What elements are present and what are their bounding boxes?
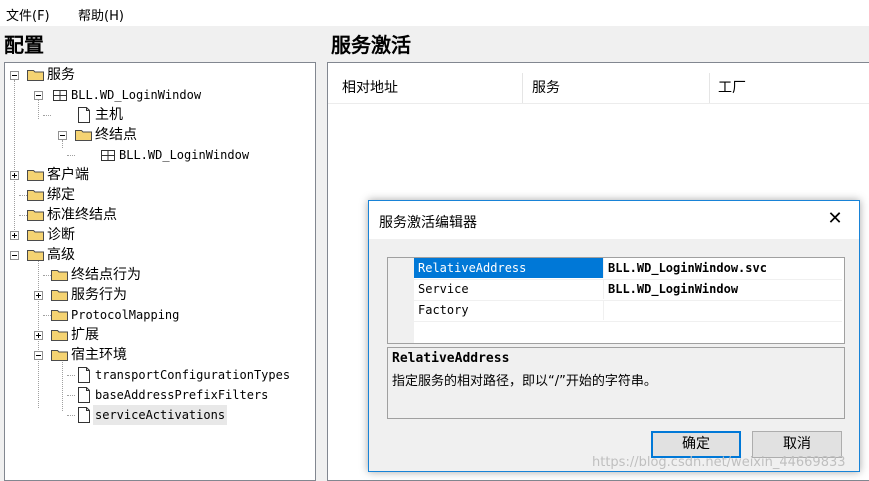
menu-help[interactable]: 帮助(H) bbox=[78, 5, 124, 24]
property-description: RelativeAddress 指定服务的相对路径，即以“/”开始的字符串。 bbox=[387, 347, 845, 419]
property-row-service[interactable]: Service BLL.WD_LoginWindow bbox=[414, 279, 842, 301]
property-value[interactable]: BLL.WD_LoginWindow bbox=[608, 279, 738, 299]
expander-service-behaviors[interactable] bbox=[34, 291, 43, 300]
property-row-relative-address[interactable]: RelativeAddress BLL.WD_LoginWindow.svc bbox=[414, 258, 842, 280]
column-header-relative-address[interactable]: 相对地址 bbox=[342, 73, 398, 103]
service-icon bbox=[53, 90, 67, 101]
expander-services[interactable] bbox=[10, 71, 19, 80]
folder-icon bbox=[27, 230, 44, 241]
tree-label: 扩展 bbox=[71, 327, 99, 343]
tree-label: BLL.WD_LoginWindow bbox=[119, 148, 250, 162]
tree-label: 终结点 bbox=[95, 127, 137, 143]
document-icon bbox=[78, 367, 90, 383]
endpoint-icon bbox=[101, 150, 115, 161]
menu-file[interactable]: 文件(F) bbox=[6, 5, 50, 24]
tree-label: 服务 bbox=[47, 67, 75, 83]
folder-icon bbox=[51, 290, 68, 301]
column-header-factory[interactable]: 工厂 bbox=[718, 73, 746, 103]
pane-splitter[interactable] bbox=[318, 30, 326, 481]
folder-icon bbox=[51, 270, 68, 281]
tree-label: 终结点行为 bbox=[71, 267, 141, 283]
folder-icon bbox=[27, 250, 44, 261]
ok-button[interactable]: 确定 bbox=[651, 431, 741, 458]
menu-bar: 文件(F) 帮助(H) bbox=[0, 0, 869, 26]
folder-icon bbox=[51, 330, 68, 341]
property-name: RelativeAddress bbox=[414, 258, 604, 278]
folder-icon bbox=[27, 70, 44, 81]
property-value[interactable]: BLL.WD_LoginWindow.svc bbox=[608, 258, 767, 278]
service-activation-editor-dialog: 服务激活编辑器 ✕ RelativeAddress BLL.WD_LoginWi… bbox=[368, 200, 860, 472]
expander-diagnostics[interactable] bbox=[10, 231, 19, 240]
folder-icon bbox=[51, 310, 68, 321]
expander-client[interactable] bbox=[10, 171, 19, 180]
property-grid: RelativeAddress BLL.WD_LoginWindow.svc S… bbox=[387, 257, 845, 344]
config-panel-title: 配置 bbox=[0, 30, 322, 60]
expander-endpoints[interactable] bbox=[58, 131, 67, 140]
folder-icon bbox=[27, 170, 44, 181]
close-icon[interactable]: ✕ bbox=[825, 209, 845, 229]
document-icon bbox=[78, 407, 90, 423]
property-name: Factory bbox=[414, 300, 604, 320]
description-title: RelativeAddress bbox=[392, 351, 510, 366]
folder-icon bbox=[27, 210, 44, 221]
property-row-factory[interactable]: Factory bbox=[414, 300, 842, 322]
dialog-title: 服务激活编辑器 bbox=[379, 215, 477, 231]
service-activation-title: 服务激活 bbox=[327, 30, 869, 60]
folder-icon bbox=[27, 190, 44, 201]
tree-label: 高级 bbox=[47, 247, 75, 263]
tree-label: 服务行为 bbox=[71, 287, 127, 303]
expander-extensions[interactable] bbox=[34, 331, 43, 340]
tree-label: 绑定 bbox=[47, 187, 75, 203]
folder-icon bbox=[51, 350, 68, 361]
cancel-button[interactable]: 取消 bbox=[752, 431, 842, 458]
expander-advanced[interactable] bbox=[10, 251, 19, 260]
tree-label: 客户端 bbox=[47, 167, 89, 183]
expander-hosting-environment[interactable] bbox=[34, 351, 43, 360]
tree-label: BLL.WD_LoginWindow bbox=[71, 88, 202, 102]
column-header-service[interactable]: 服务 bbox=[532, 73, 560, 103]
document-icon bbox=[78, 387, 90, 403]
tree-label: 主机 bbox=[95, 107, 123, 123]
tree-label: ProtocolMapping bbox=[71, 308, 180, 322]
folder-icon bbox=[75, 130, 92, 141]
config-tree[interactable]: 服务 BLL.WD_LoginWindow 主机 终结点 BLL.WD_Logi… bbox=[4, 62, 316, 481]
watermark: https://blog.csdn.net/weixin_44669833 bbox=[592, 455, 846, 470]
tree-label: 宿主环境 bbox=[71, 347, 127, 363]
tree-label: 标准终结点 bbox=[47, 207, 117, 223]
expander-service-entry[interactable] bbox=[34, 91, 43, 100]
tree-label: 诊断 bbox=[47, 227, 75, 243]
tree-label: serviceActivations bbox=[93, 405, 228, 425]
tree-label: transportConfigurationTypes bbox=[95, 368, 291, 382]
document-icon bbox=[78, 107, 90, 123]
property-name: Service bbox=[414, 279, 604, 299]
tree-label: baseAddressPrefixFilters bbox=[95, 388, 269, 402]
description-text: 指定服务的相对路径，即以“/”开始的字符串。 bbox=[392, 374, 657, 389]
dialog-titlebar[interactable]: 服务激活编辑器 ✕ bbox=[369, 201, 859, 239]
